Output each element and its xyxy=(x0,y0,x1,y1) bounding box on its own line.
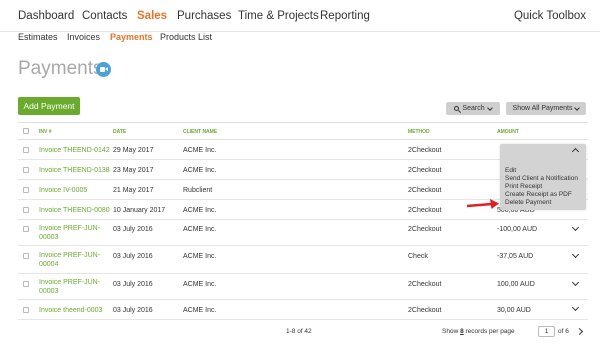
row-checkbox[interactable] xyxy=(23,147,29,153)
payment-amount: 30,00 AUD xyxy=(497,307,531,314)
row-checkbox[interactable] xyxy=(23,167,29,173)
per-page-value[interactable]: 8 xyxy=(460,328,464,335)
sub-navigation: Estimates Invoices Payments Products Lis… xyxy=(0,32,600,46)
chevron-down-icon[interactable] xyxy=(571,303,580,312)
chevron-down-icon xyxy=(486,104,493,111)
subnav-estimates[interactable]: Estimates xyxy=(18,32,58,42)
client-name: ACME Inc. xyxy=(183,253,217,260)
subnav-products-list[interactable]: Products List xyxy=(160,32,212,42)
payment-date: 03 July 2016 xyxy=(113,307,153,314)
payment-amount: -37,05 AUD xyxy=(497,253,534,260)
nav-dashboard[interactable]: Dashboard xyxy=(18,10,74,22)
payment-method: 2Checkout xyxy=(408,281,442,288)
select-all-checkbox[interactable] xyxy=(23,128,29,134)
row-checkbox[interactable] xyxy=(23,207,29,213)
per-page-suffix: records per page xyxy=(465,328,515,335)
invoice-link[interactable]: Invoice PREF-JUN-00003 xyxy=(39,278,111,296)
client-name: ACME Inc. xyxy=(183,226,217,233)
payment-method: 2Checkout xyxy=(408,307,442,314)
payment-date: 03 July 2016 xyxy=(113,253,153,260)
header-method[interactable]: METHOD xyxy=(408,129,430,135)
menu-item-delete-payment[interactable]: Delete Payment xyxy=(505,199,551,206)
subnav-invoices[interactable]: Invoices xyxy=(67,32,100,42)
row-checkbox[interactable] xyxy=(23,226,29,232)
page-title: Payments xyxy=(18,58,103,79)
invoice-link[interactable]: Invoice IV-0005 xyxy=(39,186,119,195)
row-checkbox[interactable] xyxy=(23,253,29,259)
table-row[interactable]: Invoice PREF-JUN-00004 03 July 2016 ACME… xyxy=(18,246,588,274)
nav-purchases[interactable]: Purchases xyxy=(177,10,231,22)
add-payment-button[interactable]: Add Payment xyxy=(18,97,80,115)
header-amount[interactable]: AMOUNT xyxy=(497,129,519,135)
payment-amount: -100,00 AUD xyxy=(497,226,538,233)
record-range: 1-8 of 42 xyxy=(286,328,312,335)
invoice-link[interactable]: Invoice THEEND-0138 xyxy=(39,166,119,175)
payment-date: 03 July 2016 xyxy=(113,226,153,233)
client-name: ACME Inc. xyxy=(183,167,217,174)
chevron-down-icon[interactable] xyxy=(571,250,580,259)
next-page-icon[interactable] xyxy=(575,327,584,336)
payment-date: 23 May 2017 xyxy=(113,167,154,174)
row-checkbox[interactable] xyxy=(23,307,29,313)
table-header: INV # DATE CLIENT NAME METHOD AMOUNT xyxy=(18,122,588,140)
chevron-down-icon[interactable] xyxy=(571,278,580,287)
payment-method: 2Checkout xyxy=(408,207,442,214)
client-name: ACME Inc. xyxy=(183,207,217,214)
nav-sales[interactable]: Sales xyxy=(137,10,167,22)
payment-date: 10 January 2017 xyxy=(113,207,166,214)
payment-method: 2Checkout xyxy=(408,226,442,233)
chevron-up-icon[interactable] xyxy=(571,147,580,156)
search-button-label: Search xyxy=(462,105,485,112)
invoice-link[interactable]: Invoice theend-0003 xyxy=(39,306,119,315)
search-button[interactable]: Search xyxy=(446,102,500,115)
row-actions-menu: Edit Send Client a Notification Print Re… xyxy=(500,144,586,210)
top-navigation: Dashboard Contacts Sales Purchases Time … xyxy=(0,0,600,32)
payment-amount: 100,00 AUD xyxy=(497,281,535,288)
menu-item-edit[interactable]: Edit xyxy=(505,167,516,174)
nav-contacts[interactable]: Contacts xyxy=(82,10,127,22)
records-per-page: Show 8 records per page xyxy=(442,328,515,335)
client-name: ACME Inc. xyxy=(183,147,217,154)
menu-item-create-receipt-pdf[interactable]: Create Receipt as PDF xyxy=(505,191,572,198)
red-arrow-icon xyxy=(466,199,499,209)
payment-method: 2Checkout xyxy=(408,147,442,154)
invoice-link[interactable]: Invoice THEEND-0142 xyxy=(39,146,119,155)
header-client-name[interactable]: CLIENT NAME xyxy=(183,129,217,135)
search-icon xyxy=(454,106,460,111)
payment-method: Check xyxy=(408,253,428,260)
video-icon[interactable] xyxy=(96,62,111,77)
chevron-down-icon[interactable] xyxy=(571,223,580,232)
show-all-payments-dropdown[interactable]: Show All Payments xyxy=(506,102,586,115)
invoice-link[interactable]: Invoice PREF-JUN-00004 xyxy=(39,251,111,269)
header-inv[interactable]: INV # xyxy=(39,129,52,135)
quick-toolbox-link[interactable]: Quick Toolbox xyxy=(514,10,586,22)
row-checkbox[interactable] xyxy=(23,187,29,193)
table-row[interactable]: Invoice theend-0003 03 July 2016 ACME In… xyxy=(18,300,588,320)
per-page-prefix: Show xyxy=(442,328,459,335)
client-name: ACME Inc. xyxy=(183,281,217,288)
invoice-link[interactable]: Invoice PREF-JUN-00003 xyxy=(39,224,111,242)
menu-item-send-notification[interactable]: Send Client a Notification xyxy=(505,175,578,182)
payment-date: 03 July 2016 xyxy=(113,281,153,288)
header-date[interactable]: DATE xyxy=(113,129,126,135)
table-row[interactable]: Invoice PREF-JUN-00003 03 July 2016 ACME… xyxy=(18,220,588,246)
filter-label: Show All Payments xyxy=(512,105,573,112)
chevron-down-icon xyxy=(574,104,581,111)
payment-method: 2Checkout xyxy=(408,167,442,174)
page-number-input[interactable]: 1 xyxy=(538,326,555,337)
menu-item-print-receipt[interactable]: Print Receipt xyxy=(505,183,542,190)
total-pages: of 6 xyxy=(558,328,569,335)
nav-time-projects[interactable]: Time & Projects xyxy=(238,10,319,22)
payment-date: 29 May 2017 xyxy=(113,147,154,154)
invoice-link[interactable]: Invoice THEEND-0080 xyxy=(39,206,119,215)
client-name: Rubclient xyxy=(183,187,213,194)
client-name: ACME Inc. xyxy=(183,307,217,314)
payment-method: 2Checkout xyxy=(408,187,442,194)
row-checkbox[interactable] xyxy=(23,281,29,287)
payment-date: 21 May 2017 xyxy=(113,187,154,194)
nav-reporting[interactable]: Reporting xyxy=(320,10,370,22)
subnav-payments[interactable]: Payments xyxy=(110,32,153,42)
table-row[interactable]: Invoice PREF-JUN-00003 03 July 2016 ACME… xyxy=(18,274,588,300)
